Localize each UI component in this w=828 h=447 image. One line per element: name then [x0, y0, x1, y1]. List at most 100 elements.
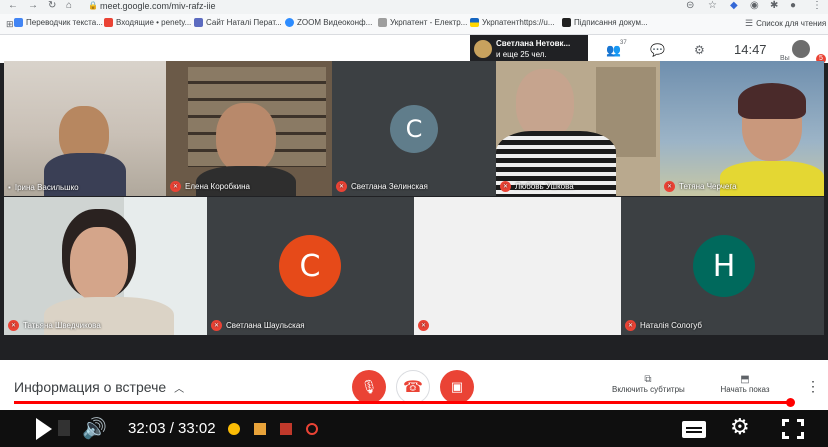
mic-off-icon: ✕: [170, 181, 181, 192]
presenter-chip[interactable]: Светлана Нетовк... и еще 25 чел.: [470, 35, 588, 63]
lock-icon: 🔒: [88, 1, 98, 10]
participant-tile[interactable]: ✕ Любовь Ушкова: [496, 61, 660, 196]
site-icon: [194, 18, 203, 27]
folder-icon: [254, 423, 266, 435]
bookmark-site[interactable]: Сайт Наталі Перат...: [194, 18, 282, 27]
leave-call-button[interactable]: ☎: [396, 370, 430, 404]
participant-name: Ірина Васильшко: [14, 183, 79, 192]
chat-icon[interactable]: 💬: [650, 43, 665, 57]
mic-off-icon: 🎙: [360, 379, 378, 394]
bookmark-label: Укрпатентhttps://u...: [482, 18, 555, 27]
fullscreen-icon[interactable]: [782, 419, 804, 439]
address-bar: ← → ↻ ⌂ 🔒 meet.google.com/miv-rafz-iie ⊝…: [0, 0, 828, 14]
profile-icon[interactable]: ●: [790, 0, 796, 12]
bookmark-ukrpatent[interactable]: Укрпатент - Електр...: [378, 18, 467, 27]
person-hair: [738, 83, 806, 119]
subtitles-icon[interactable]: [682, 421, 706, 438]
menu-icon[interactable]: ⋮: [812, 0, 822, 12]
apps-icon[interactable]: ⊞: [6, 18, 14, 30]
flag-icon: [470, 18, 479, 27]
bookmark-zoom[interactable]: ZOOM Видеоконф...: [285, 18, 372, 27]
participant-tile[interactable]: С ✕ Светлана Зелинская: [332, 61, 496, 196]
person-image: [216, 103, 276, 173]
participant-tile[interactable]: С ✕ Светлана Шаульская: [207, 197, 414, 335]
bookmark-translator[interactable]: Переводчик текста...: [14, 18, 103, 27]
reading-list[interactable]: ☰ Список для чтения: [745, 18, 826, 29]
participant-name-tile: ✕: [418, 320, 433, 331]
taskbar-icons: [228, 422, 348, 436]
extension-2-icon[interactable]: ◉: [750, 0, 759, 12]
presenter-name: Светлана Нетовк...: [496, 39, 571, 48]
bookmark-label: Сайт Наталі Перат...: [206, 18, 282, 27]
captions-button[interactable]: ⧉ Включить субтитры: [612, 374, 685, 394]
meeting-info-button[interactable]: Информация о встрече ︿: [14, 379, 184, 395]
bookmark-ukrpatent-2[interactable]: Укрпатентhttps://u...: [470, 18, 555, 27]
meeting-info-label: Информация о встрече: [14, 379, 167, 395]
settings-gear-icon[interactable]: ⚙: [730, 414, 750, 440]
extension-icon[interactable]: ◆: [730, 0, 738, 12]
present-button[interactable]: ⬒ Начать показ: [712, 374, 778, 394]
participant-name: Любовь Ушкова: [515, 182, 574, 191]
participant-tile[interactable]: ✕ Татьяна Шведчикова: [4, 197, 207, 335]
shield-icon[interactable]: ⊝: [686, 0, 694, 12]
bookmark-label: Переводчик текста...: [26, 18, 103, 27]
translate-icon: [14, 18, 23, 27]
scrubber-handle[interactable]: [786, 398, 795, 407]
chrome-icon: [228, 423, 240, 435]
taskbar-thumb: [58, 420, 70, 436]
participant-name: Наталія Сологуб: [640, 321, 702, 330]
participant-tile[interactable]: ✕ Елена Коробкина: [166, 61, 332, 196]
page-icon: [378, 18, 387, 27]
participant-name-tile: ✕ Тетяна Черчега: [664, 181, 737, 192]
mic-off-icon: ✕: [664, 181, 675, 192]
screen: ← → ↻ ⌂ 🔒 meet.google.com/miv-rafz-iie ⊝…: [0, 0, 828, 447]
mail-icon: [104, 18, 113, 27]
reading-list-label: Список для чтения: [756, 19, 827, 28]
back-icon[interactable]: ←: [8, 0, 18, 12]
present-label: Начать показ: [720, 385, 770, 394]
reload-icon[interactable]: ↻: [48, 0, 56, 12]
record-icon: [306, 423, 318, 435]
avatar: С: [390, 105, 438, 153]
url-field[interactable]: meet.google.com/miv-rafz-iie: [100, 1, 216, 11]
more-options-icon[interactable]: ⋮: [806, 378, 820, 395]
bookmark-signing[interactable]: Підписання докум...: [562, 18, 648, 27]
people-icon[interactable]: 👥: [606, 43, 621, 57]
participant-tile[interactable]: Н ✕ Наталія Сологуб: [621, 197, 824, 335]
mic-off-icon: ✕: [8, 320, 19, 331]
progress-track[interactable]: [14, 401, 814, 404]
avatar: Н: [693, 235, 755, 297]
mic-toggle-button[interactable]: 🎙: [352, 370, 386, 404]
camera-toggle-button[interactable]: ▣: [440, 370, 474, 404]
participant-tile[interactable]: ▪ Ірина Васильшко: [4, 61, 166, 196]
participant-name: Светлана Зелинская: [351, 182, 428, 191]
puzzle-icon[interactable]: ✱: [770, 0, 778, 12]
bookmark-label: Укрпатент - Електр...: [390, 18, 468, 27]
bookmarks-bar: ⊞ Переводчик текста... Входящие • penety…: [0, 14, 828, 35]
volume-icon[interactable]: 🔊: [82, 416, 107, 441]
participant-name-tile: ✕ Светлана Зелинская: [336, 181, 428, 192]
participant-tile[interactable]: ✕: [414, 197, 621, 335]
home-icon[interactable]: ⌂: [66, 0, 72, 12]
play-icon[interactable]: [36, 418, 52, 440]
forward-icon[interactable]: →: [28, 0, 38, 12]
bookmark-inbox[interactable]: Входящие • penety...: [104, 18, 191, 27]
bookmark-label: Входящие • penety...: [116, 18, 192, 27]
star-icon[interactable]: ☆: [708, 0, 717, 12]
self-avatar[interactable]: [792, 40, 810, 58]
mic-off-icon: ✕: [625, 320, 636, 331]
mic-off-icon: ✕: [211, 320, 222, 331]
person-image: [70, 227, 128, 301]
participant-name: Светлана Шаульская: [226, 321, 305, 330]
participant-name-tile: ✕ Татьяна Шведчикова: [8, 320, 101, 331]
video-player-controls: 🔊 32:03 / 33:02 ⚙: [0, 410, 828, 447]
captions-label: Включить субтитры: [612, 385, 685, 394]
participant-name-tile: ✕ Наталія Сологуб: [625, 320, 702, 331]
mic-off-icon: ✕: [336, 181, 347, 192]
participant-name-tile: ✕ Елена Коробкина: [170, 181, 250, 192]
participant-tile[interactable]: ✕ Тетяна Черчега: [660, 61, 824, 196]
pdf-icon: [280, 423, 292, 435]
presenter-avatar: [474, 40, 492, 58]
bookmark-label: ZOOM Видеоконф...: [297, 18, 373, 27]
activities-icon[interactable]: ⚙: [694, 43, 705, 57]
